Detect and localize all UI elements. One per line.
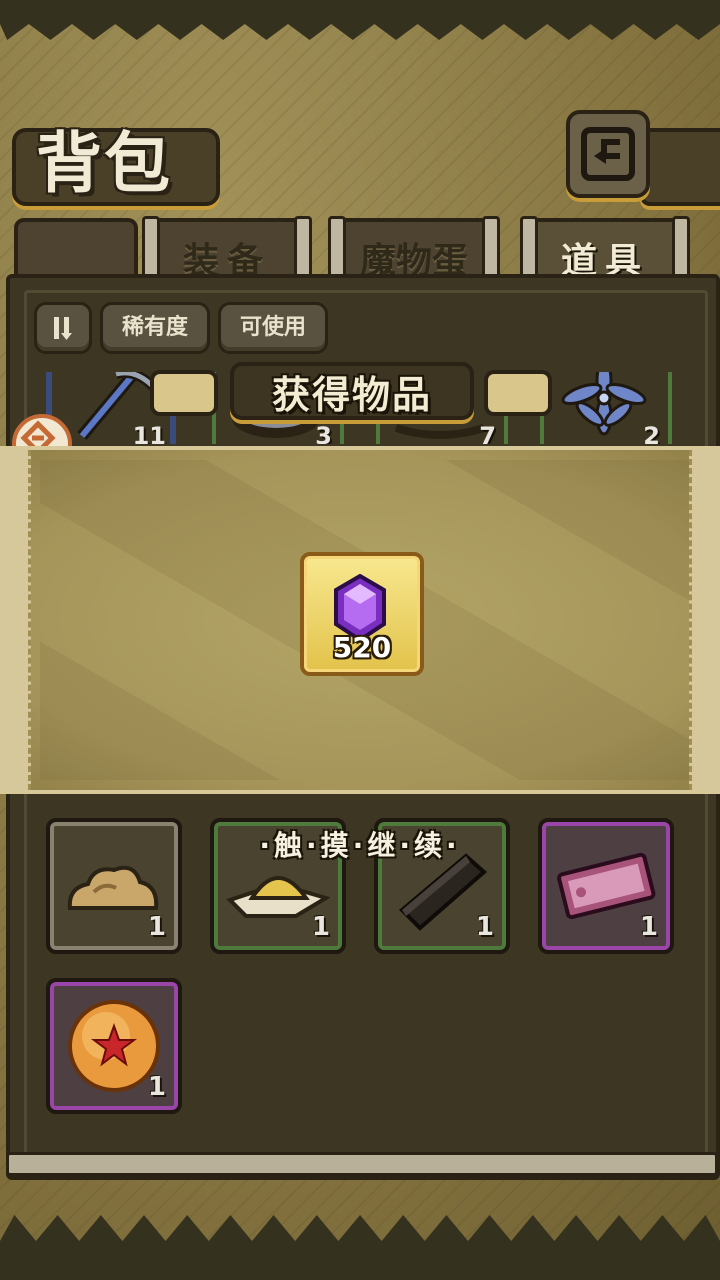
scroll-left-edge xyxy=(0,450,31,790)
page-title: 背包 xyxy=(36,124,172,202)
item-count: 1 xyxy=(639,912,658,942)
item-slot[interactable]: 1 xyxy=(46,978,182,1114)
scroll-right-edge xyxy=(689,450,720,790)
banner-left-tab xyxy=(150,370,218,416)
item-count: 11 xyxy=(132,422,166,444)
back-plate xyxy=(640,128,720,206)
item-count: 1 xyxy=(147,1072,166,1102)
obtained-banner: 获得物品 xyxy=(150,362,552,420)
bottom-border xyxy=(0,1215,720,1280)
item-count: 1 xyxy=(311,912,330,942)
item-count: 1 xyxy=(475,912,494,942)
pause-sort-icon xyxy=(54,317,72,340)
reward-count: 520 xyxy=(332,631,392,664)
item-count: 7 xyxy=(479,422,496,444)
back-arrow-icon xyxy=(581,127,635,181)
tab-monster-egg[interactable]: 魔物蛋 xyxy=(328,216,500,286)
item-count: 3 xyxy=(315,422,332,444)
tab-items[interactable]: 道具 xyxy=(520,216,690,286)
item-count: 2 xyxy=(643,422,660,444)
peek-item-blue-flower[interactable]: 2 xyxy=(540,372,672,444)
tab-equipment[interactable]: 装备 xyxy=(142,216,312,286)
usable-filter-button[interactable]: 可使用 xyxy=(218,302,328,354)
sort-toggle-button[interactable] xyxy=(34,302,92,354)
rarity-filter-button[interactable]: 稀有度 xyxy=(100,302,210,354)
tab-empty xyxy=(14,218,138,282)
obtained-title: 获得物品 xyxy=(271,372,432,417)
banner-right-tab xyxy=(484,370,552,416)
tap-to-continue-hint: ·触·摸·继·续· xyxy=(259,829,461,862)
back-button[interactable] xyxy=(566,110,650,198)
reward-slot[interactable]: 520 xyxy=(300,552,424,676)
panel-bottom-rail xyxy=(6,1152,718,1176)
item-count: 1 xyxy=(147,912,166,942)
